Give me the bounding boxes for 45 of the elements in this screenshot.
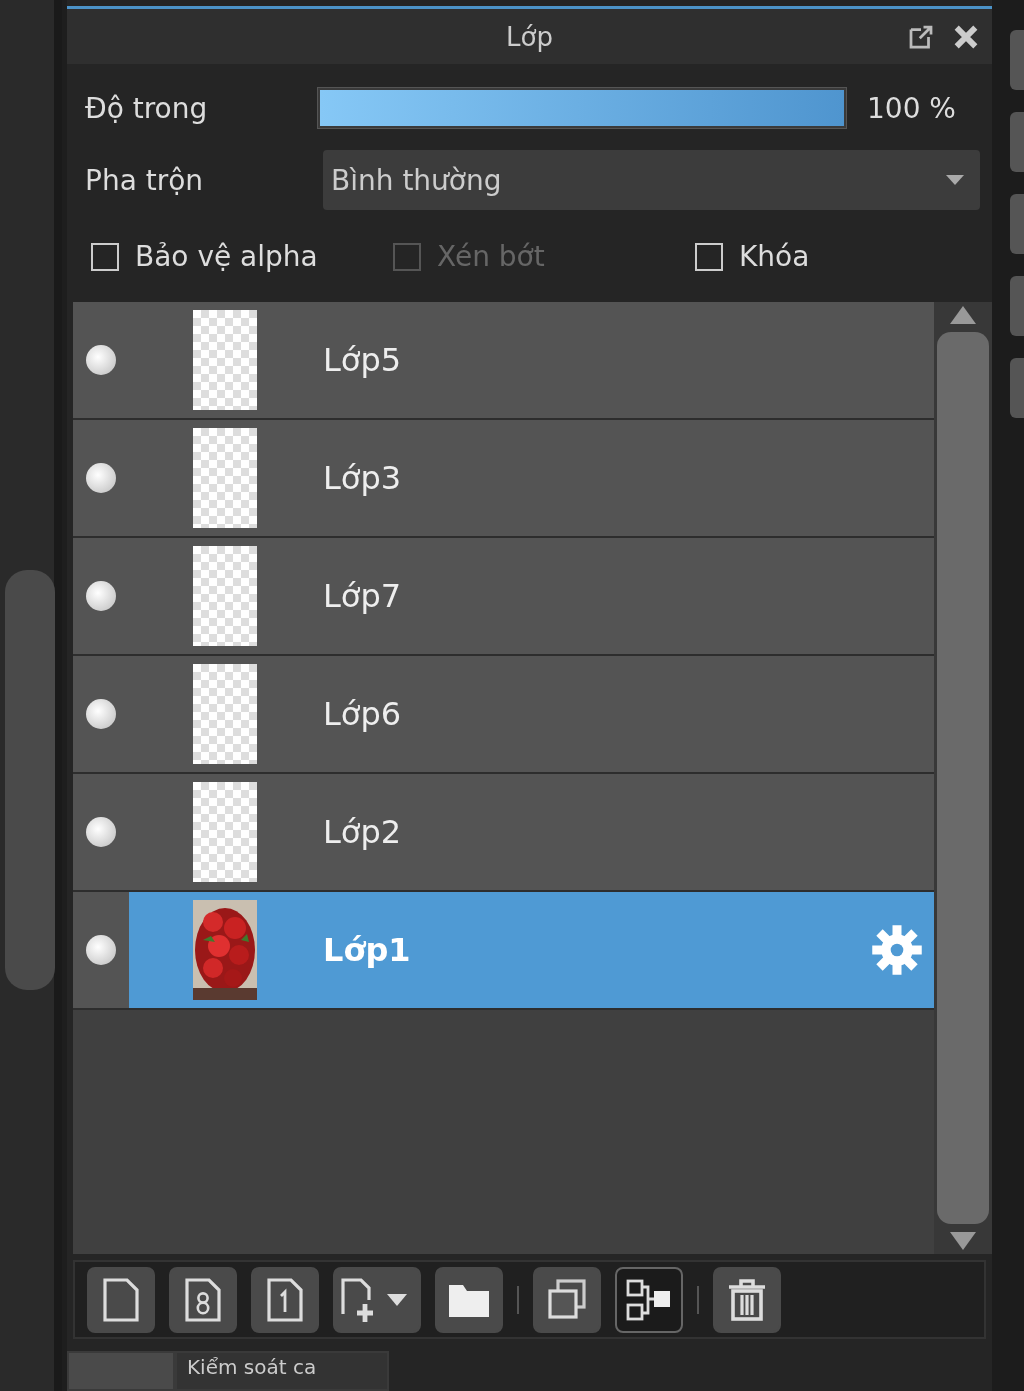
merge-layers-icon bbox=[626, 1278, 672, 1321]
toolbar-button[interactable] bbox=[713, 1266, 781, 1333]
scrollbar-thumb[interactable] bbox=[5, 570, 55, 990]
panel-tab[interactable]: Kiểm soát ca bbox=[175, 1351, 389, 1391]
visibility-dot-icon[interactable] bbox=[86, 581, 116, 612]
layer-name: Lớp1 bbox=[323, 931, 412, 970]
trash-icon bbox=[727, 1278, 767, 1321]
toolbar-button[interactable] bbox=[333, 1266, 421, 1333]
toolbar-button[interactable] bbox=[169, 1266, 237, 1333]
dropdown-caret-icon bbox=[946, 175, 964, 186]
layer-row[interactable]: Lớp2 bbox=[73, 774, 934, 893]
option-checkbox[interactable]: Bảo vệ alpha bbox=[91, 240, 393, 274]
visibility-dot-icon[interactable] bbox=[86, 699, 116, 730]
panel-title: Lớp bbox=[505, 21, 554, 52]
layer-name: Lớp2 bbox=[323, 813, 403, 852]
layer-row[interactable]: Lớp7 bbox=[73, 538, 934, 657]
visibility-dot-icon[interactable] bbox=[86, 345, 116, 376]
layer-name: Lớp6 bbox=[323, 695, 403, 734]
toolbar-button[interactable] bbox=[87, 1266, 155, 1333]
option-checkbox[interactable]: Khóa bbox=[695, 240, 810, 274]
toolbar-button[interactable] bbox=[435, 1266, 503, 1333]
toolbar-button[interactable] bbox=[251, 1266, 319, 1333]
visibility-dot-icon[interactable] bbox=[86, 463, 116, 494]
layer-name: Lớp3 bbox=[323, 459, 403, 498]
blend-label: Pha trộn bbox=[85, 163, 205, 197]
page-one-icon bbox=[265, 1277, 305, 1322]
scroll-down-icon[interactable] bbox=[950, 1232, 976, 1250]
new-page-icon bbox=[101, 1277, 141, 1322]
opacity-value: 100 % bbox=[867, 91, 956, 125]
visibility-dot-icon[interactable] bbox=[86, 935, 116, 966]
duplicate-icon bbox=[546, 1278, 588, 1321]
layer-row[interactable]: Lớp5 bbox=[73, 302, 934, 421]
page-eight-icon bbox=[183, 1277, 223, 1322]
scroll-up-icon[interactable] bbox=[950, 306, 976, 325]
layer-name: Lớp7 bbox=[323, 577, 403, 616]
visibility-dot-icon[interactable] bbox=[86, 817, 116, 848]
settings-icon[interactable] bbox=[870, 923, 924, 978]
layer-row[interactable]: Lớp3 bbox=[73, 420, 934, 539]
layer-name: Lớp5 bbox=[323, 341, 403, 380]
toolbar-button[interactable] bbox=[615, 1266, 683, 1333]
opacity-label: Độ trong bbox=[85, 91, 209, 125]
blend-dropdown[interactable]: Bình thường bbox=[323, 150, 980, 211]
layer-row[interactable]: Lớp6 bbox=[73, 656, 934, 775]
scrollbar-thumb[interactable] bbox=[937, 332, 989, 1224]
toolbar-button[interactable] bbox=[533, 1266, 601, 1333]
